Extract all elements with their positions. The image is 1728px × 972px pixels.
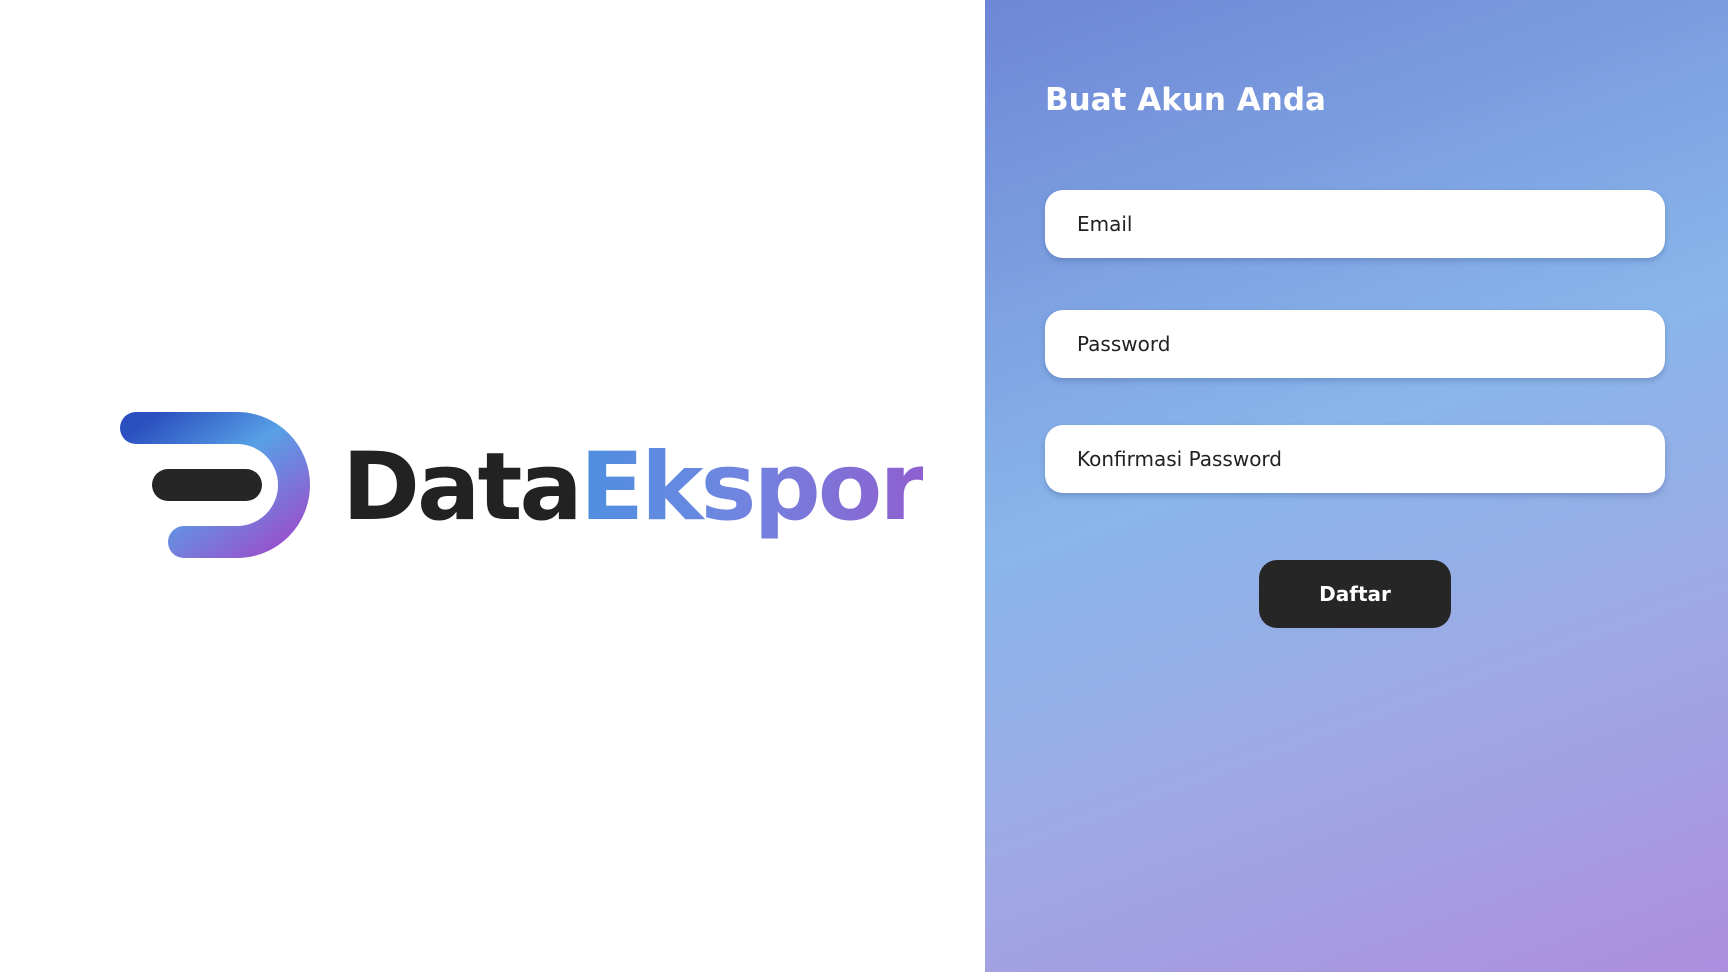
brand-name-data: Data <box>342 433 583 542</box>
brand-wordmark: DataEkspor <box>342 441 926 535</box>
brand-logo: DataEkspor <box>120 412 926 558</box>
brand-panel: DataEkspor <box>0 0 985 972</box>
register-form-panel: Buat Akun Anda Daftar <box>985 0 1728 972</box>
logo-mark-icon <box>120 412 310 558</box>
password-field[interactable] <box>1045 310 1665 378</box>
form-title: Buat Akun Anda <box>1045 82 1326 118</box>
confirm-password-field[interactable] <box>1045 425 1665 493</box>
email-field[interactable] <box>1045 190 1665 258</box>
register-button[interactable]: Daftar <box>1259 560 1451 628</box>
brand-name-ekspor: Ekspor <box>579 433 926 542</box>
register-page: DataEkspor Buat Akun Anda Daftar <box>0 0 1728 972</box>
